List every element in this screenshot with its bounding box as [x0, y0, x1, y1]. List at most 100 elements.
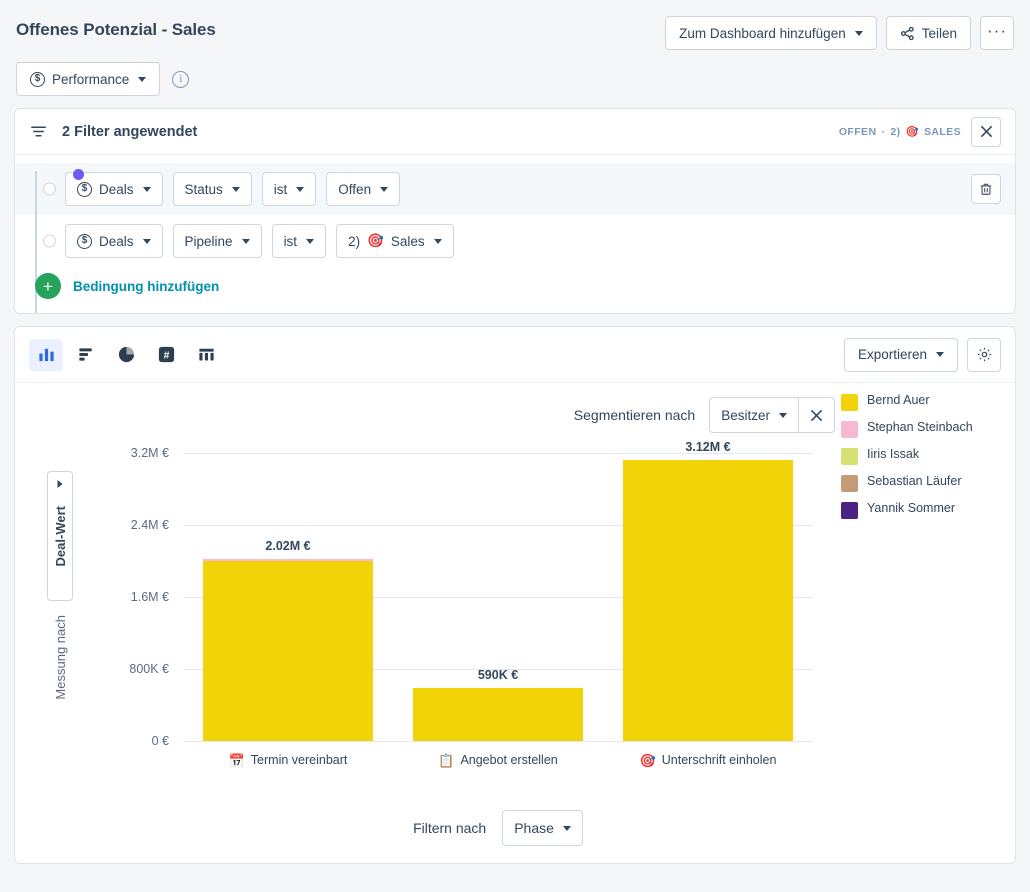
caret-right-icon: [57, 480, 63, 488]
legend-label: Sebastian Läufer: [867, 474, 962, 488]
filter-row: $ Deals Pipeline ist 2) 🎯 Sales: [29, 215, 1001, 267]
info-icon[interactable]: i: [172, 70, 190, 88]
filter-by-value: Phase: [514, 820, 554, 836]
legend-item[interactable]: Stephan Steinbach: [841, 420, 993, 438]
filter-value-selector[interactable]: Offen: [326, 172, 401, 206]
legend-swatch: [841, 502, 858, 519]
clear-segment-button[interactable]: [799, 397, 835, 433]
legend-swatch: [841, 421, 858, 438]
add-to-dashboard-label: Zum Dashboard hinzufügen: [679, 25, 846, 41]
segment-by-control: Segmentieren nach Besitzer: [15, 397, 835, 433]
bar[interactable]: 3.12M €: [622, 440, 794, 741]
summary-separator: ·: [881, 125, 886, 138]
measure-axis-label: Messung nach: [47, 615, 73, 700]
filter-operator-selector[interactable]: ist: [271, 224, 327, 258]
share-button[interactable]: Teilen: [885, 16, 971, 50]
more-options-button[interactable]: ···: [980, 16, 1014, 50]
plot-area: Deal-Wert Messung nach 3.2M € 2.4M € 1.6…: [15, 435, 835, 863]
bar[interactable]: 590K €: [412, 668, 584, 741]
bar[interactable]: 2.02M €: [202, 539, 374, 741]
chart-toolbar-actions: Exportieren: [843, 337, 1001, 372]
chevron-down-icon: [779, 412, 787, 418]
filter-node-icon: [43, 182, 56, 196]
applied-filters-summary: OFFEN · 2) 🎯 SALES: [839, 125, 961, 139]
segment-by-selector[interactable]: Besitzer: [709, 397, 799, 433]
filter-value-selector[interactable]: 2) 🎯 Sales: [336, 224, 454, 258]
legend-swatch: [841, 448, 858, 465]
chevron-down-icon: [936, 352, 944, 357]
close-filters-button[interactable]: [971, 116, 1001, 147]
y-tick-label: 3.2M €: [130, 446, 169, 460]
filter-card: 2 Filter angewendet OFFEN · 2) 🎯 SALES $: [14, 108, 1016, 314]
pie-chart-icon[interactable]: [109, 339, 143, 371]
y-tick-label: 1.6M €: [130, 590, 169, 604]
filter-by-label: Filtern nach: [413, 820, 487, 836]
delete-filter-button[interactable]: [971, 174, 1001, 204]
number-summary-icon[interactable]: #: [149, 339, 183, 371]
chevron-down-icon: [306, 238, 315, 244]
filter-row: $ Deals Status ist Offen: [15, 163, 1015, 215]
legend-item[interactable]: Yannik Sommer: [841, 501, 993, 519]
svg-text:#: #: [163, 351, 169, 362]
bar-value-label: 2.02M €: [265, 539, 311, 553]
add-condition-icon[interactable]: +: [35, 273, 61, 299]
chevron-down-icon: [231, 186, 240, 192]
target-icon: 🎯: [905, 126, 919, 138]
measure-selector[interactable]: Deal-Wert: [47, 471, 73, 601]
filter-by-selector[interactable]: Phase: [502, 810, 583, 846]
bar-slot: 590K €: [393, 453, 603, 741]
x-axis-label-text: Termin vereinbart: [250, 753, 348, 767]
add-condition-label[interactable]: Bedingung hinzufügen: [73, 279, 219, 294]
calendar-icon: 📅: [228, 752, 245, 768]
chevron-down-icon: [241, 238, 250, 244]
filter-icon[interactable]: [29, 122, 48, 141]
filter-property-selector[interactable]: Pipeline: [172, 224, 262, 258]
chevron-down-icon: [138, 76, 147, 82]
chart-settings-button[interactable]: [967, 337, 1001, 372]
x-axis-label[interactable]: 🎯 Unterschrift einholen: [603, 753, 813, 767]
bar-value-label: 590K €: [477, 668, 519, 682]
filter-object-selector[interactable]: $ Deals: [65, 224, 163, 258]
chevron-down-icon: [854, 30, 863, 36]
legend-item[interactable]: Iiris Issak: [841, 447, 993, 465]
filter-node-icon: [43, 234, 56, 248]
export-button[interactable]: Exportieren: [843, 337, 958, 372]
filter-value-label: Offen: [338, 181, 372, 197]
legend-label: Bernd Auer: [867, 393, 930, 407]
summary-pipeline-number: 2): [890, 125, 901, 138]
filter-property-selector[interactable]: Status: [172, 172, 252, 206]
performance-label: Performance: [52, 71, 130, 87]
bar-segment-bernd-auer[interactable]: [202, 561, 374, 741]
filter-operator-selector[interactable]: ist: [261, 172, 317, 206]
measure-axis-text: Messung nach: [52, 615, 68, 700]
add-condition-row[interactable]: + Bedingung hinzufügen: [29, 267, 1001, 313]
x-axis-label-text: Angebot erstellen: [460, 753, 558, 767]
segment-by-value: Besitzer: [721, 407, 770, 423]
bar-segment-bernd-auer[interactable]: [412, 688, 584, 741]
filter-property-label: Status: [184, 181, 223, 197]
filter-rows: $ Deals Status ist Offen $ Deals Pipelin…: [15, 155, 1015, 313]
x-axis-label[interactable]: 📅 Termin vereinbart: [183, 753, 393, 767]
filter-by-control: Filtern nach Phase: [183, 810, 813, 846]
chart-legend: Bernd Auer Stephan Steinbach Iiris Issak…: [841, 389, 993, 519]
performance-selector[interactable]: $ Performance: [16, 62, 161, 96]
filter-value-label: Sales: [390, 233, 425, 249]
legend-swatch: [841, 475, 858, 492]
share-label: Teilen: [921, 25, 957, 41]
chart-card: # Exportieren Segmentieren nach Besitzer…: [14, 326, 1016, 864]
gridline: 0 €: [152, 734, 813, 748]
filter-object-label: Deals: [99, 181, 134, 197]
x-axis-label[interactable]: 📋 Angebot erstellen: [393, 753, 603, 767]
legend-item[interactable]: Bernd Auer: [841, 393, 993, 411]
add-to-dashboard-button[interactable]: Zum Dashboard hinzufügen: [665, 16, 877, 50]
legend-item[interactable]: Sebastian Läufer: [841, 474, 993, 492]
vertical-bar-chart-icon[interactable]: [29, 338, 63, 371]
bar-plot: 3.2M € 2.4M € 1.6M € 800K € 0 € 2.02M € …: [129, 440, 813, 748]
chart-body: Segmentieren nach Besitzer Bernd Auer St…: [15, 383, 1015, 863]
dollar-circle-icon: $: [77, 233, 92, 249]
horizontal-bar-chart-icon[interactable]: [69, 339, 103, 371]
dollar-circle-icon: $: [77, 181, 92, 197]
filter-title: 2 Filter angewendet: [62, 123, 198, 140]
bar-segment-bernd-auer[interactable]: [622, 460, 794, 741]
table-view-icon[interactable]: [189, 339, 223, 371]
